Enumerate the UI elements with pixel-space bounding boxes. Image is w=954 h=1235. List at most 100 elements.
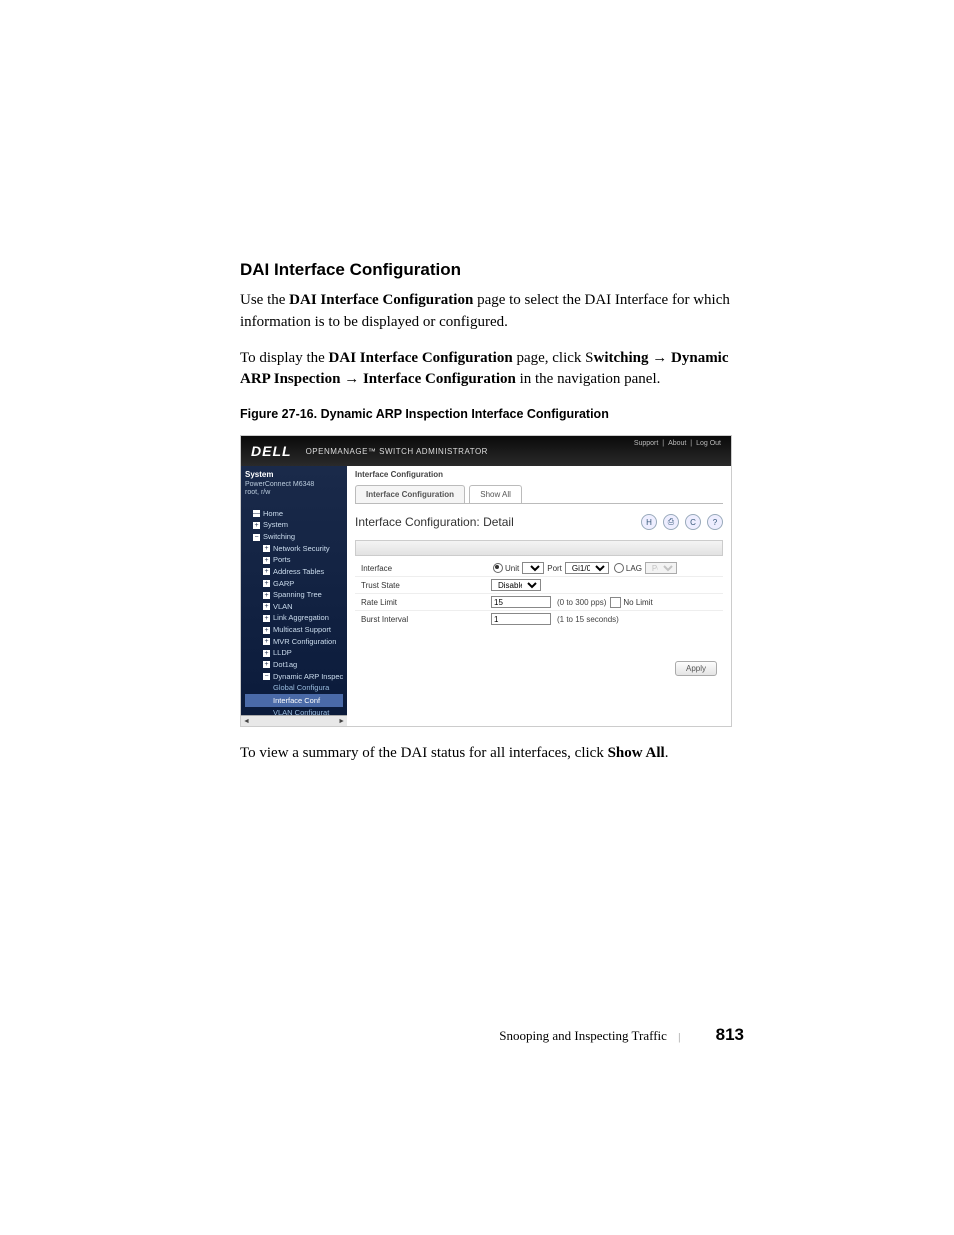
scrollbar-horizontal[interactable]: ◄ ► [241, 715, 347, 726]
nav-item[interactable]: +Dot1ag [245, 659, 343, 671]
unit-select[interactable]: 1 [522, 562, 544, 574]
screenshot: DELL OPENMANAGE™ SWITCH ADMINISTRATOR Su… [240, 435, 732, 727]
system-title: System [245, 470, 343, 479]
nav-item-label: Spanning Tree [273, 590, 322, 599]
page-footer: Snooping and Inspecting Traffic | 813 [499, 1025, 744, 1045]
apply-button[interactable]: Apply [675, 661, 717, 676]
logout-link[interactable]: Log Out [696, 440, 721, 447]
rate-input[interactable] [491, 596, 551, 608]
print-icon[interactable]: ⎙ [663, 514, 679, 530]
nolimit-label: No Limit [623, 598, 652, 607]
panel-title: Interface Configuration: Detail [355, 515, 514, 529]
nav-item[interactable]: +MVR Configuration [245, 636, 343, 648]
arrow: → [649, 350, 672, 366]
nav-item-label: Switching [263, 532, 295, 541]
rate-label: Rate Limit [361, 598, 491, 607]
nav-item[interactable]: +LLDP [245, 647, 343, 659]
burst-input[interactable] [491, 613, 551, 625]
tab-bar: Interface Configuration Show All [347, 481, 731, 503]
system-model: PowerConnect M6348 [245, 481, 343, 489]
nav-item[interactable]: +Link Aggregation [245, 612, 343, 624]
nav-item-label: MVR Configuration [273, 637, 336, 646]
nav-item[interactable]: +GARP [245, 578, 343, 590]
nav-sidebar: System PowerConnect M6348 root, r/w —Hom… [241, 466, 347, 726]
breadcrumb: Interface Configuration [347, 466, 731, 481]
rate-note: (0 to 300 pps) [557, 598, 606, 607]
expander-icon[interactable]: − [253, 534, 260, 541]
tab-show-all[interactable]: Show All [469, 485, 522, 503]
nav-item[interactable]: +VLAN [245, 601, 343, 613]
nav-item[interactable]: +Multicast Support [245, 624, 343, 636]
unit-radio[interactable] [493, 563, 503, 573]
arrow: → [340, 371, 363, 387]
expander-icon[interactable]: + [263, 603, 270, 610]
nav-item-label: Multicast Support [273, 625, 331, 634]
nav-item[interactable]: −Dynamic ARP Inspec [245, 671, 343, 683]
text-bold: DAI Interface Configuration [329, 350, 513, 366]
expander-icon[interactable]: + [263, 638, 270, 645]
refresh-icon[interactable]: C [685, 514, 701, 530]
trust-select[interactable]: Disable [491, 579, 541, 591]
burst-note: (1 to 15 seconds) [557, 615, 619, 624]
help-icon[interactable]: ? [707, 514, 723, 530]
expander-icon[interactable]: + [263, 661, 270, 668]
text: in the navigation panel. [516, 371, 661, 387]
about-link[interactable]: About [668, 440, 686, 447]
system-user: root, r/w [245, 489, 343, 497]
text-bold: Interface Configuration [363, 371, 516, 387]
scroll-left-icon[interactable]: ◄ [243, 718, 250, 725]
nav-item[interactable]: +Network Security [245, 543, 343, 555]
text: . [665, 745, 669, 761]
interface-label: Interface [361, 564, 491, 573]
unit-label: Unit [505, 564, 519, 573]
text: page, click S [513, 350, 594, 366]
nav-item[interactable]: +Ports [245, 554, 343, 566]
expander-icon[interactable]: + [263, 580, 270, 587]
main-panel: Interface Configuration Interface Config… [347, 466, 731, 726]
lag-select: Po1 [645, 562, 677, 574]
nav-tree[interactable]: —Home+System−Switching+Network Security+… [245, 508, 343, 726]
nav-item-label: VLAN [273, 602, 293, 611]
text-bold: DAI Interface Configuration [289, 292, 473, 308]
nolimit-checkbox[interactable] [610, 597, 621, 608]
nav-item-label: Address Tables [273, 567, 324, 576]
nav-item[interactable]: —Home [245, 508, 343, 520]
section-heading: DAI Interface Configuration [240, 260, 754, 280]
scroll-right-icon[interactable]: ► [338, 718, 345, 725]
nav-item-label: Global Configura [273, 683, 329, 692]
port-select[interactable]: Gi1/0/1 [565, 562, 609, 574]
nav-item-label: Dot1ag [273, 660, 297, 669]
expander-icon[interactable]: + [263, 592, 270, 599]
post-figure-paragraph: To view a summary of the DAI status for … [240, 743, 754, 765]
support-link[interactable]: Support [634, 440, 659, 447]
expander-icon[interactable]: + [263, 568, 270, 575]
nav-item[interactable]: Global Configura [245, 682, 343, 694]
nav-item[interactable]: +System [245, 519, 343, 531]
nav-item[interactable]: +Spanning Tree [245, 589, 343, 601]
expander-icon[interactable]: + [263, 627, 270, 634]
nav-item-label: Ports [273, 555, 291, 564]
expander-icon[interactable]: + [263, 615, 270, 622]
nav-item[interactable]: Interface Conf [245, 694, 343, 708]
expander-icon[interactable]: — [253, 510, 260, 517]
footer-page-number: 813 [716, 1025, 744, 1044]
nav-item[interactable]: +Address Tables [245, 566, 343, 578]
lag-radio[interactable] [614, 563, 624, 573]
expander-icon[interactable]: + [253, 522, 260, 529]
expander-icon[interactable]: + [263, 557, 270, 564]
expander-icon[interactable]: + [263, 545, 270, 552]
row-trust: Trust State Disable [355, 577, 723, 594]
text-bold: Show All [608, 745, 665, 761]
app-header: DELL OPENMANAGE™ SWITCH ADMINISTRATOR Su… [241, 436, 731, 466]
nav-item-label: GARP [273, 579, 294, 588]
text: To view a summary of the DAI status for … [240, 745, 608, 761]
nav-item-label: Interface Conf [273, 696, 320, 705]
expander-icon[interactable]: − [263, 673, 270, 680]
tab-interface-config[interactable]: Interface Configuration [355, 485, 465, 503]
expander-icon[interactable]: + [263, 650, 270, 657]
row-interface: Interface Unit 1 Port Gi1/0/1 LAG Po1 [355, 560, 723, 577]
save-icon[interactable]: H [641, 514, 657, 530]
nav-item-label: Home [263, 509, 283, 518]
text-bold: witching [594, 350, 649, 366]
nav-item[interactable]: −Switching [245, 531, 343, 543]
